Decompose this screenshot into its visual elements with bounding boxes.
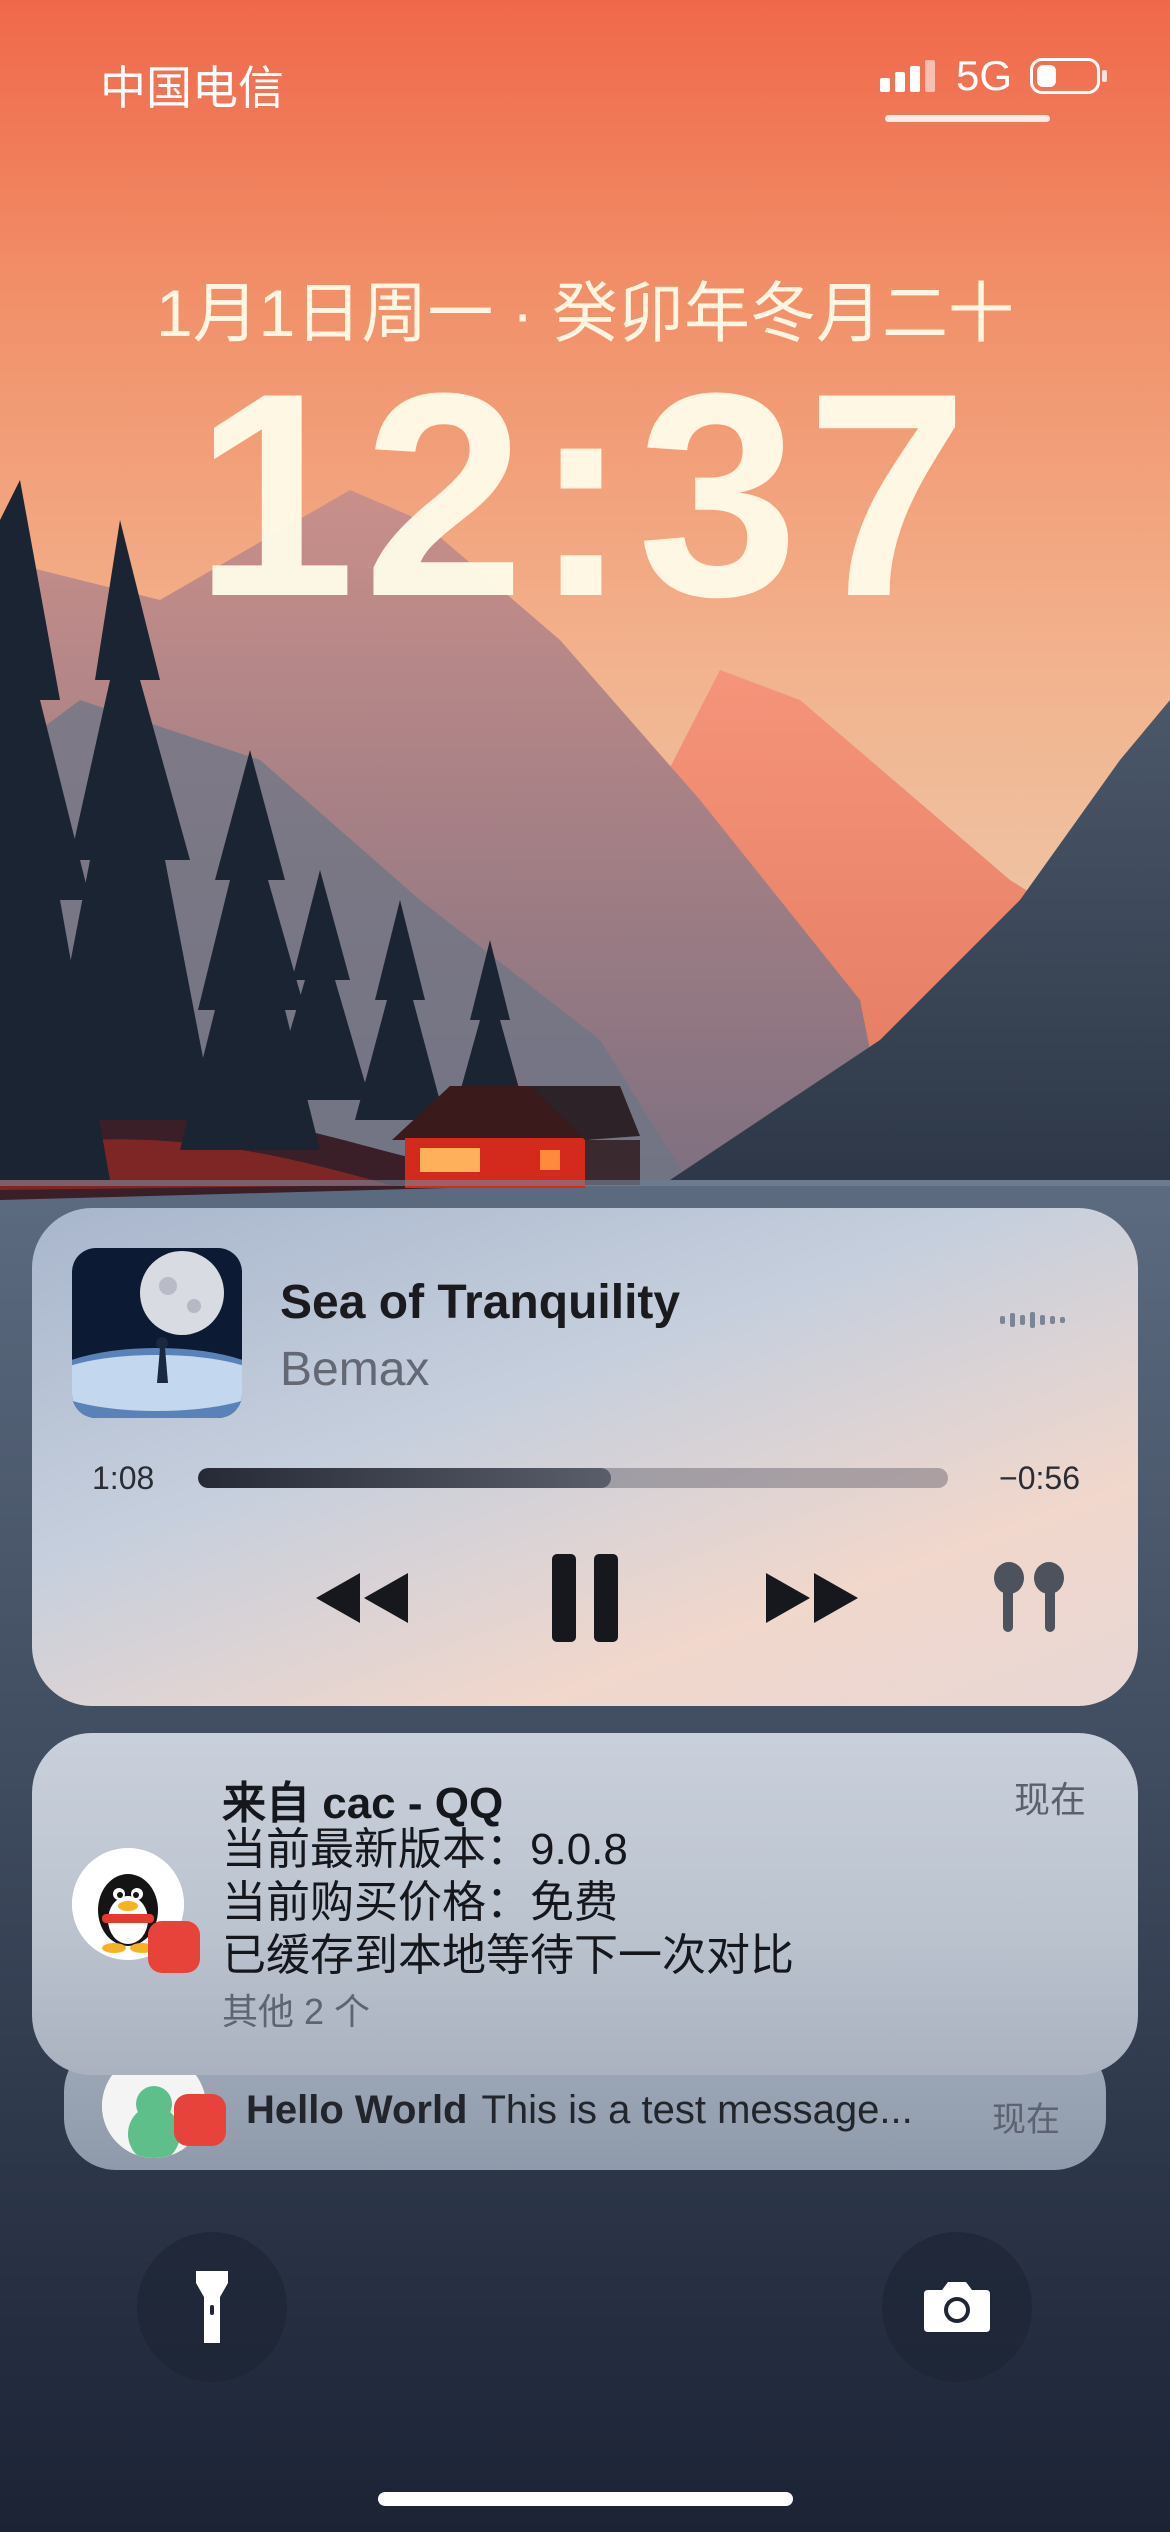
notification-more-count[interactable]: 其他 2 个	[222, 1983, 370, 2035]
lock-screen: 中国电信 5G 1月1日周一 · 癸卯年冬月二十 12:37 Sea of Tr…	[0, 0, 1170, 2532]
notification-title: 来自 cac - QQ	[222, 1779, 504, 1828]
signal-bars-icon	[879, 60, 935, 92]
stacked-time: 现在	[992, 2101, 1060, 2139]
focus-indicator	[885, 115, 1050, 122]
track-artist[interactable]: Bemax	[280, 1342, 429, 1397]
camera-button[interactable]	[882, 2232, 1032, 2382]
stacked-message: This is a test message...	[481, 2088, 913, 2132]
notification-line: 已缓存到本地等待下一次对比	[222, 1931, 794, 1980]
battery-icon	[1030, 58, 1107, 94]
notification-body: 当前最新版本：9.0.8 当前购买价格：免费 已缓存到本地等待下一次对比	[222, 1823, 794, 1982]
stacked-sender: Hello World	[246, 2088, 468, 2132]
app-badge-icon	[174, 2094, 226, 2146]
now-playing-widget[interactable]: Sea of Tranquility Bemax 1:08 −0:56	[32, 1208, 1138, 1706]
fast-forward-button[interactable]	[752, 1548, 872, 1648]
camera-icon	[924, 2282, 990, 2332]
airpods-icon	[994, 1562, 1064, 1632]
battery-level	[1037, 65, 1056, 87]
pause-button[interactable]	[540, 1548, 630, 1648]
fast-forward-icon	[766, 1573, 858, 1623]
status-indicators: 5G	[879, 52, 1107, 100]
stacked-notification-text: Hello World This is a test message...	[246, 2088, 913, 2133]
qq-notification[interactable]: 来自 cac - QQ 现在 当前最新版本：9.0.8 当前购买价格：免费 已缓…	[32, 1733, 1138, 2075]
app-badge-icon	[148, 1921, 200, 1973]
notification-line: 当前购买价格：免费	[222, 1878, 618, 1927]
pause-icon	[552, 1554, 618, 1642]
audio-waveform-icon	[1000, 1312, 1065, 1328]
playback-scrubber[interactable]	[198, 1468, 948, 1488]
audio-output-button[interactable]	[984, 1548, 1074, 1648]
playback-progress	[198, 1468, 611, 1488]
carrier-name: 中国电信	[100, 62, 284, 114]
lock-clock[interactable]: 12:37	[0, 350, 1170, 640]
home-indicator[interactable]	[378, 2492, 793, 2506]
album-artwork[interactable]	[72, 1248, 242, 1418]
track-title[interactable]: Sea of Tranquility	[280, 1275, 680, 1330]
remaining-time: −0:56	[999, 1460, 1080, 1496]
elapsed-time: 1:08	[92, 1460, 155, 1496]
flashlight-button[interactable]	[137, 2232, 287, 2382]
notification-line: 当前最新版本：9.0.8	[222, 1825, 628, 1874]
notification-time: 现在	[1013, 1779, 1086, 1820]
flashlight-icon	[196, 2271, 228, 2343]
rewind-button[interactable]	[302, 1548, 422, 1648]
rewind-icon	[316, 1573, 408, 1623]
network-type: 5G	[955, 52, 1012, 99]
